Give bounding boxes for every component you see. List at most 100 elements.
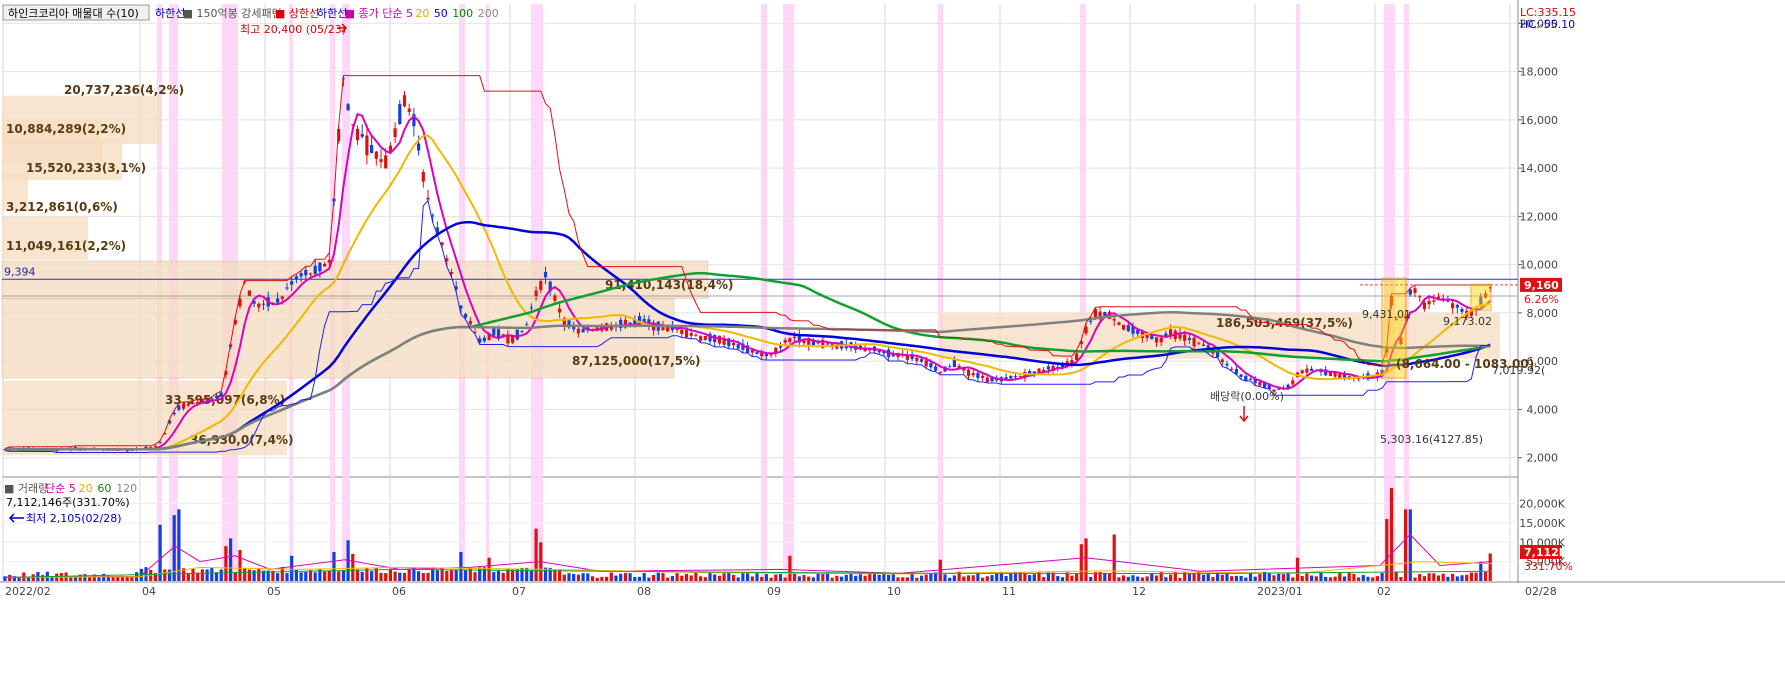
candle-body <box>1013 376 1018 378</box>
volume-bar <box>1371 577 1375 581</box>
candle-body <box>543 271 548 278</box>
candle-body <box>374 151 378 159</box>
candle-body <box>1225 363 1229 366</box>
volume-bar <box>891 574 895 581</box>
volume-bar <box>210 567 214 581</box>
volume-bar <box>1154 575 1159 581</box>
volume-bar <box>417 571 421 581</box>
candle-body <box>360 134 364 137</box>
volume-bar <box>308 570 313 581</box>
volume-bar <box>1413 577 1417 581</box>
volume-bar <box>1432 573 1436 581</box>
legend-item: ■ 150억봉 강세패턴 <box>183 7 282 20</box>
volume-bar <box>1084 538 1088 581</box>
candle-body <box>1197 342 1201 344</box>
volume-bar <box>990 575 994 581</box>
volume-bar <box>205 569 209 581</box>
candle-body <box>525 324 529 326</box>
volume-bar <box>750 576 754 581</box>
volume-bar <box>1201 574 1206 581</box>
candle-body <box>1192 337 1196 347</box>
candle-body <box>642 318 646 322</box>
volume-bar <box>717 575 721 581</box>
volume-bar <box>774 574 778 581</box>
volume-bar <box>1230 576 1234 581</box>
volume-bar <box>276 573 280 581</box>
candle-body <box>689 332 693 336</box>
volume-bar <box>807 576 811 581</box>
volume-bar <box>407 568 411 581</box>
candle-body <box>304 269 308 276</box>
candle-body <box>280 296 284 299</box>
candle-body <box>1432 300 1436 302</box>
volume-bar <box>576 574 580 581</box>
candle-body <box>731 342 736 346</box>
volume-bar <box>637 576 642 581</box>
volume-bar <box>741 572 745 581</box>
volume-bar <box>1488 553 1492 581</box>
volume-bar <box>1427 573 1431 581</box>
volume-bar <box>680 575 684 581</box>
volume-bar <box>661 573 665 581</box>
candle-body <box>186 404 190 406</box>
volume-bar <box>247 569 251 581</box>
signal-band <box>783 4 794 581</box>
legend-item: 20 <box>415 7 429 20</box>
volume-bar <box>553 569 557 581</box>
volume-bar <box>595 577 599 581</box>
candle-body <box>370 144 374 154</box>
candle-body <box>919 359 924 362</box>
candle-body <box>877 350 881 353</box>
candle-body <box>1122 324 1126 330</box>
volume-bar <box>1253 576 1257 581</box>
volume-legend-item: 단순 5 <box>45 482 76 495</box>
candle-body <box>694 334 698 336</box>
volume-bar <box>290 555 294 581</box>
candle-body <box>153 445 157 447</box>
candle-body <box>426 197 430 200</box>
candle-body <box>1413 288 1417 293</box>
volume-bar <box>1483 572 1488 581</box>
volume-bar <box>896 577 900 581</box>
volume-bar <box>1314 576 1318 581</box>
volume-bar <box>525 567 529 581</box>
volume-current-label: 7,112,146주(331.70%) <box>6 496 130 509</box>
volume-bar <box>186 572 190 581</box>
volume-bar <box>684 573 689 581</box>
candle-body <box>398 104 402 124</box>
volume-bar <box>299 572 303 581</box>
volume-bar <box>398 572 402 581</box>
candle-body <box>177 405 181 410</box>
volume-bar <box>1164 577 1168 581</box>
volume-bar <box>229 538 233 581</box>
stock-chart: 2,000 4,000 6,000 8,000 10,000 12,000 14,000 16… <box>0 0 1785 680</box>
volume-bar <box>158 524 162 581</box>
volume-bar <box>1300 575 1304 581</box>
candle-body <box>496 329 501 338</box>
volume-bar <box>1319 572 1323 581</box>
candle-body <box>468 320 472 325</box>
volume-bar <box>1107 573 1112 581</box>
volume-bar <box>323 571 327 581</box>
candle-body <box>1418 296 1422 298</box>
price-tick-label: 8,000 <box>1527 307 1559 320</box>
volume-bar <box>445 571 449 581</box>
volume-bar <box>572 573 576 581</box>
candle-body <box>966 369 971 376</box>
volume-bar <box>1460 575 1464 581</box>
volume-bar <box>1469 572 1473 581</box>
volume-bar <box>1389 488 1394 581</box>
volume-bar <box>736 577 740 581</box>
volume-bar <box>966 575 971 581</box>
volume-bar <box>1103 572 1107 581</box>
volume-bar <box>1286 572 1290 581</box>
candle-body <box>1159 337 1163 343</box>
volume-bar <box>633 576 637 581</box>
candle-body <box>1009 375 1013 379</box>
volume-bar <box>1178 577 1182 581</box>
volume-bar <box>1150 573 1154 581</box>
volume-bar <box>901 577 905 581</box>
time-tick-label: 07 <box>512 585 526 598</box>
volume-bar <box>1408 509 1412 581</box>
volume-bar <box>1117 577 1121 581</box>
